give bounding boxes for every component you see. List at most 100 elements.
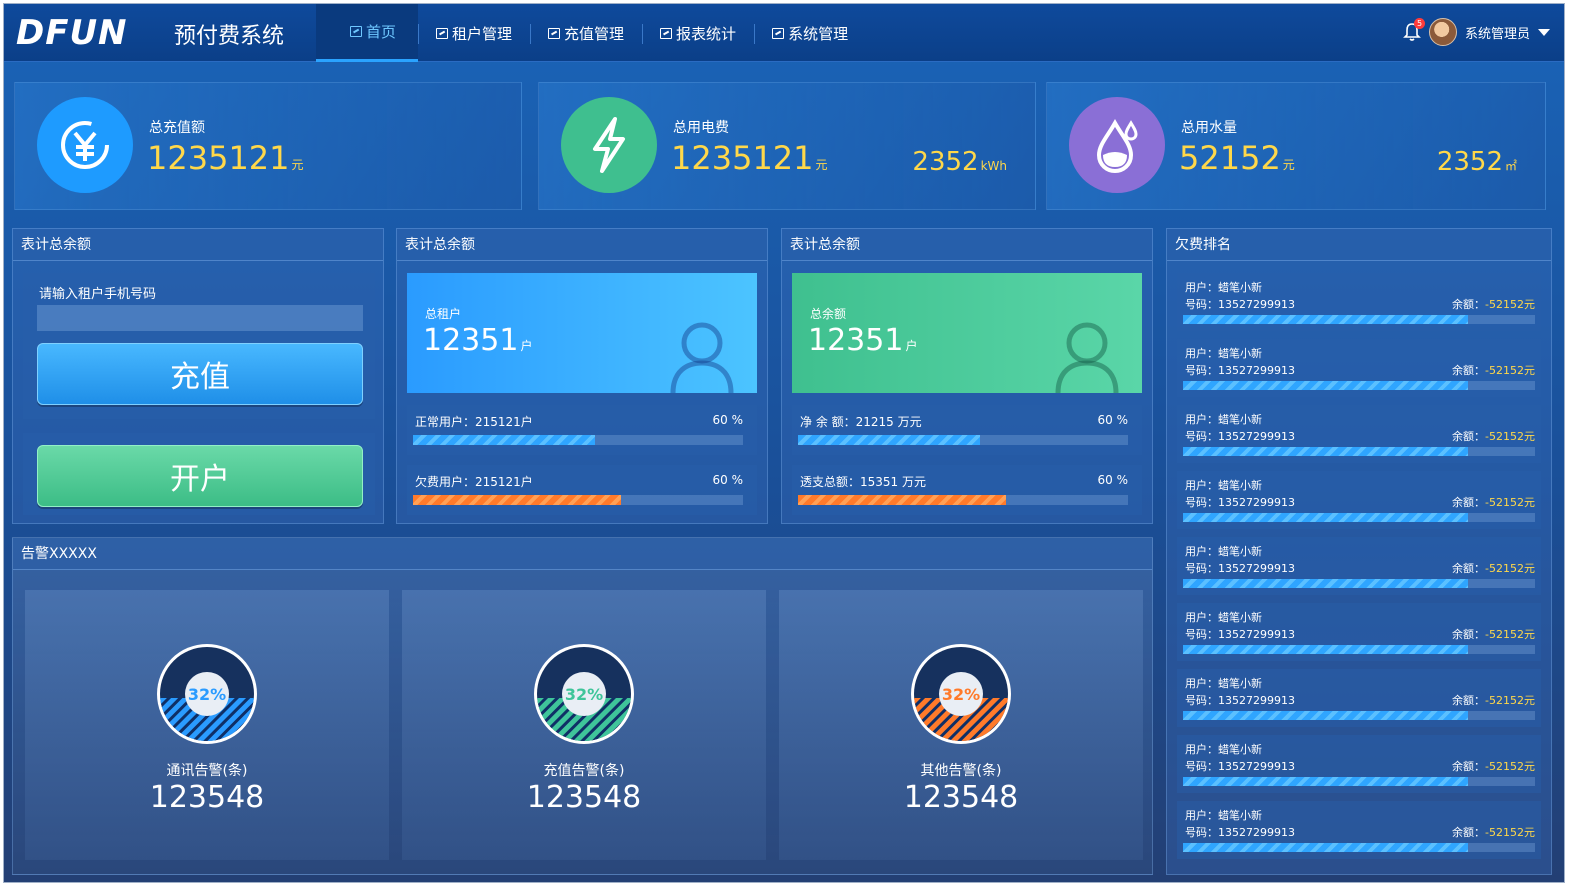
ranking-list-item[interactable]: 用户：蜡笔小新 号码：13527299913 余额：-52152元 bbox=[1177, 537, 1541, 595]
rank-user: 用户：蜡笔小新 bbox=[1185, 809, 1262, 822]
alarm-value: 123548 bbox=[149, 780, 265, 815]
dfun-logo: DFUN bbox=[16, 13, 128, 53]
recharge-alarm-card: 32% 充值告警(条) 123548 bbox=[402, 590, 766, 860]
rank-balance: 余额：-52152元 bbox=[1452, 298, 1535, 311]
progress-fill bbox=[413, 435, 595, 445]
progress-fill bbox=[1183, 315, 1469, 324]
stat-value: 1235121 元 bbox=[147, 139, 304, 177]
user-name[interactable]: 系统管理员 bbox=[1465, 23, 1530, 42]
nav-recharge-management-label: 充值管理 bbox=[564, 24, 625, 43]
recharge-box: 请输入租户手机号码 充值 bbox=[23, 273, 375, 419]
progress-track bbox=[1183, 447, 1535, 456]
ranking-list-item[interactable]: 用户：蜡笔小新 号码：13527299913 余额：-52152元 bbox=[1177, 801, 1541, 859]
arrears-ranking-panel: 欠费排名 用户：蜡笔小新 号码：13527299913 余额：-52152元 用户：蜡… bbox=[1166, 228, 1552, 875]
rank-user: 用户：蜡笔小新 bbox=[1185, 479, 1262, 492]
progress-fill bbox=[1183, 777, 1469, 786]
progress-fill bbox=[1183, 513, 1469, 522]
nav-home[interactable]: 首页 bbox=[316, 4, 419, 62]
water-drop-icon bbox=[1069, 97, 1165, 193]
tenant-balance-panel: 表计总余额 总租户 12351 户 正常用户：215121户 60 % 欠费用户：… bbox=[396, 228, 768, 524]
progress-track bbox=[798, 435, 1128, 445]
rank-phone: 号码：13527299913 bbox=[1185, 430, 1295, 443]
row-percent: 60 % bbox=[1097, 413, 1129, 427]
progress-fill bbox=[1183, 843, 1469, 852]
alarm-value: 123548 bbox=[526, 780, 642, 815]
rank-phone: 号码：13527299913 bbox=[1185, 364, 1295, 377]
ranking-list-item[interactable]: 用户：蜡笔小新 号码：13527299913 余额：-52152元 bbox=[1177, 273, 1541, 331]
progress-track bbox=[413, 435, 743, 445]
person-icon bbox=[1055, 322, 1119, 393]
progress-fill bbox=[798, 495, 1006, 505]
nav-recharge-management[interactable]: 充值管理 bbox=[530, 4, 642, 62]
rank-phone: 号码：13527299913 bbox=[1185, 562, 1295, 575]
nav-system-management-label: 系统管理 bbox=[788, 24, 849, 43]
system-title: 预付费系统 bbox=[174, 24, 285, 49]
edit-icon bbox=[772, 27, 785, 39]
stat-card-total-electricity: 总用电费 1235121 元 2352 kWh bbox=[538, 82, 1036, 210]
stat-label: 总充值额 bbox=[149, 120, 205, 136]
rank-phone: 号码：13527299913 bbox=[1185, 298, 1295, 311]
hero-label: 总租户 bbox=[425, 307, 462, 321]
avatar[interactable] bbox=[1428, 18, 1457, 46]
rank-phone: 号码：13527299913 bbox=[1185, 826, 1295, 839]
progress-track bbox=[1183, 513, 1535, 522]
total-tenants-card: 总租户 12351 户 bbox=[407, 273, 757, 393]
stat-secondary-value: 2352 kWh bbox=[912, 147, 1007, 177]
stat-secondary-value: 2352 ㎡ bbox=[1436, 147, 1517, 177]
progress-fill bbox=[798, 435, 980, 445]
rank-phone: 号码：13527299913 bbox=[1185, 694, 1295, 707]
chevron-down-icon[interactable] bbox=[1538, 28, 1550, 36]
stat-card-total-water: 总用水量 52152 元 2352 ㎡ bbox=[1046, 82, 1546, 210]
rank-phone: 号码：13527299913 bbox=[1185, 760, 1295, 773]
alarm-value: 123548 bbox=[903, 780, 1019, 815]
ranking-list-item[interactable]: 用户：蜡笔小新 号码：13527299913 余额：-52152元 bbox=[1177, 405, 1541, 463]
panel-title: 表计总余额 bbox=[13, 229, 383, 261]
nav-system-management[interactable]: 系统管理 bbox=[754, 4, 866, 62]
net-balance-row: 净 余 额：21215 万元 60 % bbox=[792, 405, 1142, 455]
rank-balance: 余额：-52152元 bbox=[1452, 496, 1535, 509]
top-navigation-bar: DFUN 预付费系统 首页 租户管理 充值管理 报表统计 系统管理 5 系统管理… bbox=[4, 4, 1564, 62]
gauge-percent: 32% bbox=[565, 685, 603, 704]
nav-report-statistics[interactable]: 报表统计 bbox=[642, 4, 754, 62]
ranking-list-item[interactable]: 用户：蜡笔小新 号码：13527299913 余额：-52152元 bbox=[1177, 339, 1541, 397]
stat-value: 1235121 元 bbox=[671, 139, 828, 177]
progress-track bbox=[1183, 579, 1535, 588]
edit-icon bbox=[436, 27, 449, 39]
row-percent: 60 % bbox=[1097, 473, 1129, 487]
stat-label: 总用电费 bbox=[673, 120, 729, 136]
rank-balance: 余额：-52152元 bbox=[1452, 694, 1535, 707]
yuan-icon bbox=[37, 97, 133, 193]
gauge-percent: 32% bbox=[942, 685, 980, 704]
edit-icon bbox=[660, 27, 673, 39]
ranking-list-item[interactable]: 用户：蜡笔小新 号码：13527299913 余额：-52152元 bbox=[1177, 603, 1541, 661]
open-account-box: 开户 bbox=[23, 433, 375, 515]
hero-value: 12351 户 bbox=[808, 323, 918, 358]
recharge-button[interactable]: 充值 bbox=[37, 343, 363, 405]
alarm-label: 其他告警(条) bbox=[920, 763, 1002, 779]
overdraft-row: 透支总额：15351 万元 60 % bbox=[792, 465, 1142, 515]
notification-button[interactable]: 5 bbox=[1403, 18, 1425, 42]
stat-value: 52152 元 bbox=[1179, 139, 1295, 177]
gauge-chart: 32% bbox=[534, 644, 634, 744]
panel-title: 告警XXXXX bbox=[13, 538, 1152, 570]
rank-user: 用户：蜡笔小新 bbox=[1185, 347, 1262, 360]
gauge-percent: 32% bbox=[188, 685, 226, 704]
phone-field-label: 请输入租户手机号码 bbox=[39, 287, 157, 302]
recharge-panel: 表计总余额 请输入租户手机号码 充值 开户 bbox=[12, 228, 384, 524]
row-percent: 60 % bbox=[712, 413, 744, 427]
ranking-list-item[interactable]: 用户：蜡笔小新 号码：13527299913 余额：-52152元 bbox=[1177, 471, 1541, 529]
progress-track bbox=[1183, 645, 1535, 654]
rank-phone: 号码：13527299913 bbox=[1185, 628, 1295, 641]
row-label: 欠费用户：215121户 bbox=[415, 475, 533, 489]
phone-input[interactable] bbox=[37, 305, 363, 331]
progress-fill bbox=[1183, 381, 1469, 390]
progress-fill bbox=[1183, 711, 1469, 720]
nav-tenant-management[interactable]: 租户管理 bbox=[418, 4, 530, 62]
open-account-button[interactable]: 开户 bbox=[37, 445, 363, 507]
ranking-list-item[interactable]: 用户：蜡笔小新号码：13527299913 余额：-52152元 bbox=[1177, 669, 1541, 727]
rank-user: 用户：蜡笔小新 bbox=[1185, 677, 1262, 690]
progress-track bbox=[1183, 381, 1535, 390]
main-nav: 首页 租户管理 充值管理 报表统计 系统管理 bbox=[316, 4, 866, 62]
ranking-list-item[interactable]: 用户：蜡笔小新 号码：13527299913 余额：-52152元 bbox=[1177, 735, 1541, 793]
row-label: 透支总额：15351 万元 bbox=[800, 475, 926, 489]
